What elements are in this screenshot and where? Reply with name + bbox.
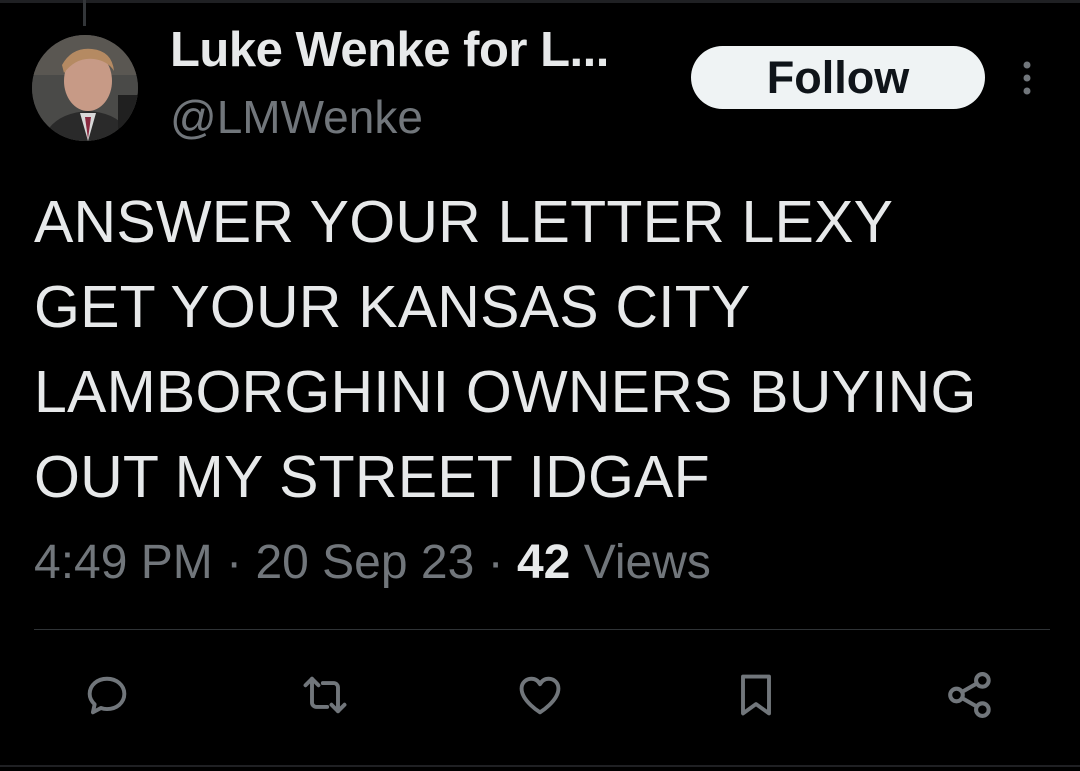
reply-button[interactable] bbox=[80, 668, 134, 722]
avatar-image bbox=[32, 35, 138, 141]
tweet-text: ANSWER YOUR LETTER LEXY GET YOUR KANSAS … bbox=[34, 189, 977, 510]
divider bbox=[34, 629, 1050, 630]
like-button[interactable] bbox=[513, 668, 567, 722]
share-icon bbox=[948, 672, 991, 718]
tweet-time[interactable]: 4:49 PM bbox=[34, 536, 213, 589]
reply-icon bbox=[87, 676, 127, 715]
meta-separator: · bbox=[226, 536, 243, 589]
author-handle[interactable]: @LMWenke bbox=[170, 90, 423, 144]
bottom-border bbox=[0, 765, 1080, 767]
top-border bbox=[0, 0, 1080, 3]
retweet-icon bbox=[303, 676, 347, 714]
follow-button[interactable]: Follow bbox=[691, 46, 985, 109]
author-display-name[interactable]: Luke Wenke for L... bbox=[170, 22, 609, 78]
more-options-icon[interactable] bbox=[1010, 58, 1044, 98]
meta-separator: · bbox=[487, 536, 504, 589]
avatar[interactable] bbox=[32, 35, 138, 141]
retweet-button[interactable] bbox=[298, 668, 352, 722]
thread-line bbox=[83, 0, 86, 26]
bookmark-icon bbox=[741, 674, 771, 716]
views-label: Views bbox=[583, 536, 711, 589]
tweet-date[interactable]: 20 Sep 23 bbox=[255, 536, 474, 589]
share-button[interactable] bbox=[943, 668, 997, 722]
bookmark-button[interactable] bbox=[729, 668, 783, 722]
views-count: 42 bbox=[516, 536, 571, 589]
tweet-metadata: 4:49 PM · 20 Sep 23 · 42 Views bbox=[34, 535, 711, 590]
like-icon bbox=[519, 676, 561, 715]
